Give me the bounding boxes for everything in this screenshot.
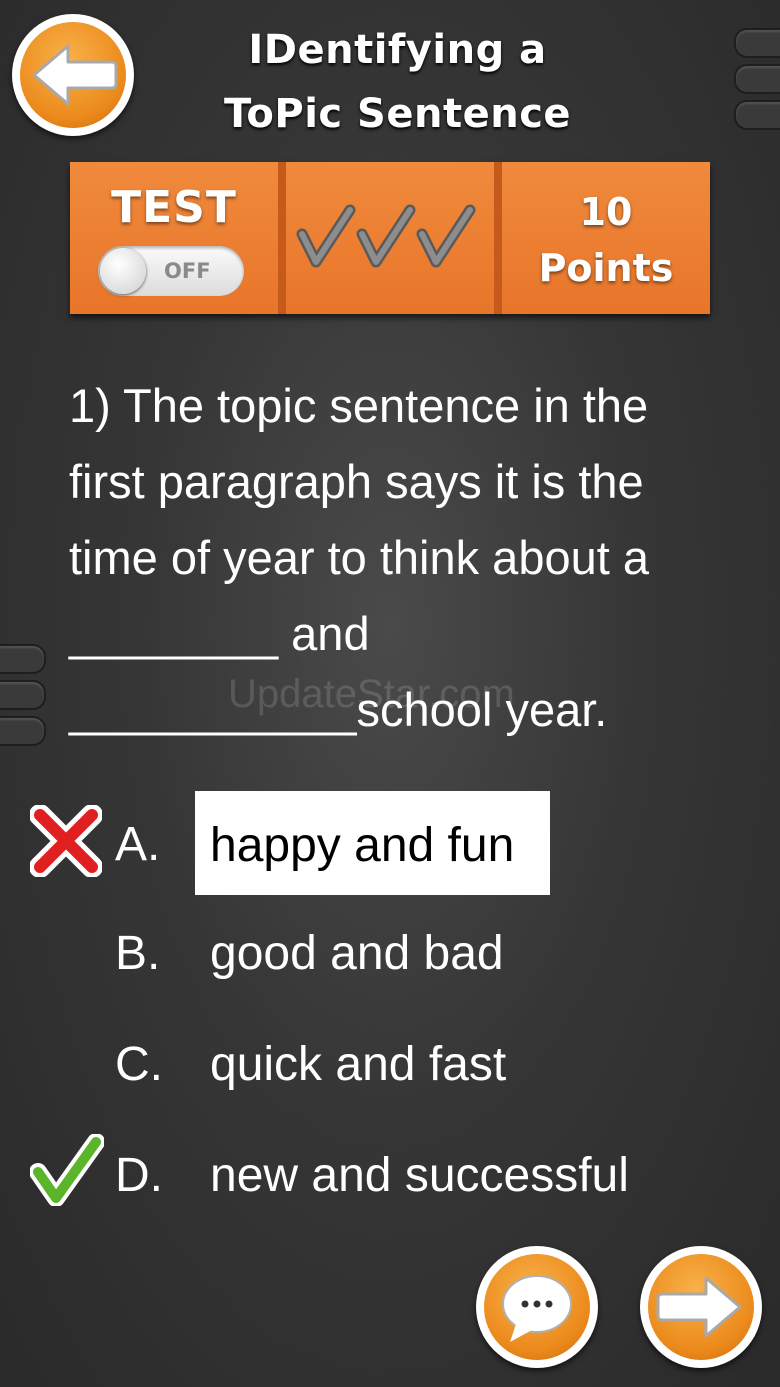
points-panel: 10 Points <box>502 162 710 314</box>
binder-notch <box>0 716 46 746</box>
answer-option-b[interactable]: B. good and bad <box>0 900 780 1010</box>
answer-text: new and successful <box>210 1149 629 1202</box>
answer-option-d[interactable]: D. new and successful <box>0 1122 780 1232</box>
green-check-icon <box>30 1134 104 1206</box>
red-x-icon <box>30 805 102 877</box>
next-button[interactable] <box>640 1246 762 1368</box>
watermark: UpdateStar.com <box>228 672 515 716</box>
test-label: TEST <box>111 182 237 233</box>
answer-text: happy and fun <box>210 819 515 872</box>
arrow-left-icon <box>32 44 118 106</box>
hint-button[interactable] <box>476 1246 598 1368</box>
progress-checks-panel <box>286 162 502 314</box>
binder-notch <box>0 680 46 710</box>
back-button[interactable] <box>12 14 134 136</box>
question-line: 1) The topic sentence in the <box>69 379 649 432</box>
title-line-1: IDentifying a <box>248 27 547 73</box>
answer-letter: C. <box>115 1038 163 1091</box>
toggle-state-label: OFF <box>164 259 211 283</box>
chat-bubble-icon <box>502 1275 572 1342</box>
test-mode-panel: TEST OFF <box>70 162 286 314</box>
answer-option-a[interactable]: A. happy and fun <box>0 791 780 901</box>
title-line-2: ToPic Sentence <box>223 91 572 137</box>
answer-option-c[interactable]: C. quick and fast <box>0 1011 780 1121</box>
answer-letter: D. <box>115 1149 163 1202</box>
question-line: first paragraph says it is the <box>69 455 644 508</box>
answer-text: good and bad <box>210 927 504 980</box>
toggle-knob[interactable] <box>100 248 146 294</box>
question-line: ________ and <box>69 607 370 660</box>
points-label: Points <box>538 246 674 290</box>
arrow-right-icon <box>656 1276 742 1338</box>
answer-letter: A. <box>115 818 161 871</box>
test-mode-toggle[interactable]: OFF <box>98 246 244 296</box>
binder-notch <box>734 28 780 58</box>
status-bar: TEST OFF 10 Points <box>70 162 710 314</box>
answer-letter: B. <box>115 927 161 980</box>
answer-text: quick and fast <box>210 1038 507 1091</box>
page-title: IDentifying a ToPic Sentence <box>150 18 645 146</box>
binder-notch <box>0 644 46 674</box>
question-line: time of year to think about a <box>69 531 649 584</box>
points-value: 10 <box>579 190 633 234</box>
points-display: 10 Points <box>502 184 710 296</box>
binder-notch <box>734 100 780 130</box>
binder-notch <box>734 64 780 94</box>
progress-checks <box>296 204 476 268</box>
